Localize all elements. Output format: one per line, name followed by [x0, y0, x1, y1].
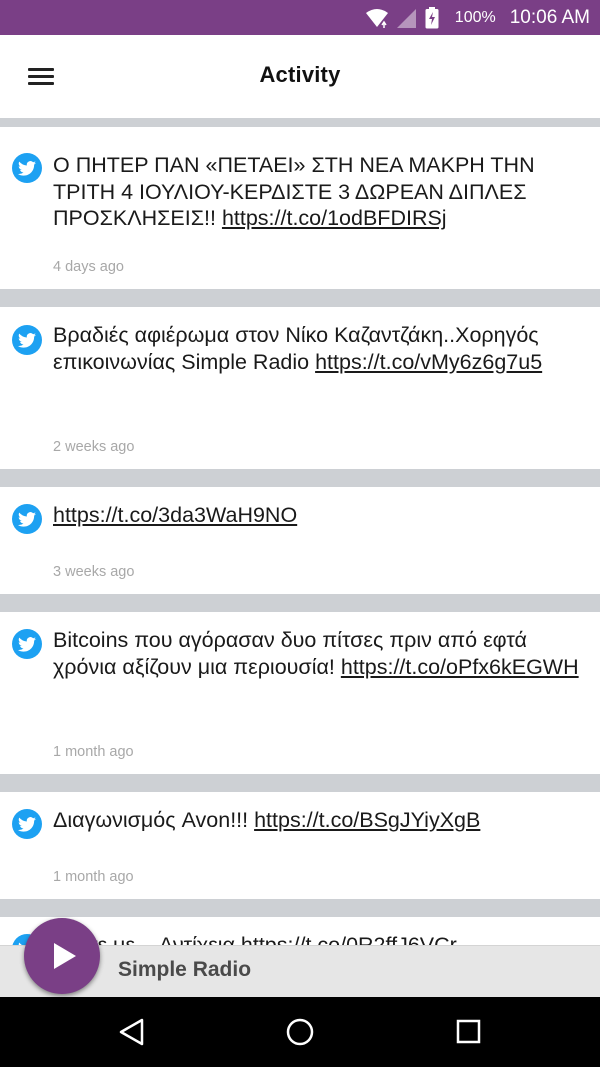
feed-item[interactable]: Bitcoins που αγόρασαν δυο πίτσες πριν απ…	[0, 612, 600, 774]
tweet-body: Διαγωνισμός Avon!!!	[53, 808, 255, 832]
tweet-text: Διαγωνισμός Avon!!! https://t.co/BSgJYiy…	[53, 807, 580, 834]
activity-feed[interactable]: Ο ΠΗΤΕΡ ΠΑΝ «ΠΕΤΑΕΙ» ΣΤΗ ΝΕΑ ΜΑΚΡΗ ΤΗΝ Τ…	[0, 118, 600, 945]
tweet-text: https://t.co/3da3WaH9NO	[53, 502, 580, 529]
tweet-timestamp: 2 weeks ago	[53, 439, 135, 455]
feed-item[interactable]: Ο ΠΗΤΕΡ ΠΑΝ «ΠΕΤΑΕΙ» ΣΤΗ ΝΕΑ ΜΑΚΡΗ ΤΗΝ Τ…	[0, 127, 600, 289]
twitter-icon	[12, 504, 42, 534]
twitter-icon	[12, 629, 42, 659]
status-icons: 100% 10:06 AM	[365, 0, 590, 35]
feed-item[interactable]: Διαγωνισμός Avon!!! https://t.co/BSgJYiy…	[0, 792, 600, 899]
tweet-link[interactable]: https://t.co/vMy6z6g7u5	[315, 350, 542, 374]
recents-square-icon[interactable]	[450, 1017, 486, 1047]
back-triangle-icon[interactable]	[114, 1017, 150, 1047]
twitter-icon	[12, 809, 42, 839]
station-name: Simple Radio	[118, 958, 252, 981]
status-bar: 100% 10:06 AM	[0, 0, 600, 35]
tweet-link[interactable]: https://t.co/1odBFDIRSj	[222, 206, 447, 230]
app-bar: Activity	[0, 35, 600, 118]
twitter-icon	[12, 153, 42, 183]
tweet-link[interactable]: https://t.co/3da3WaH9NO	[53, 503, 297, 527]
tweet-text: Ο ΠΗΤΕΡ ΠΑΝ «ΠΕΤΑΕΙ» ΣΤΗ ΝΕΑ ΜΑΚΡΗ ΤΗΝ Τ…	[53, 152, 580, 232]
tweet-timestamp: 1 month ago	[53, 869, 134, 885]
tweet-timestamp: 4 days ago	[53, 259, 124, 275]
page-title: Activity	[259, 62, 341, 87]
tweet-text: Bitcoins που αγόρασαν δυο πίτσες πριν απ…	[53, 627, 580, 680]
tweet-timestamp: 1 month ago	[53, 744, 134, 760]
system-nav-bar	[0, 997, 600, 1067]
home-circle-icon[interactable]	[282, 1017, 318, 1047]
play-button[interactable]	[24, 918, 100, 994]
tweet-text: ...ιστε με ...Αντίχεια https://t.co/0R2f…	[53, 932, 580, 945]
feed-item[interactable]: https://t.co/3da3WaH9NO 3 weeks ago	[0, 487, 600, 594]
signal-icon	[395, 7, 417, 29]
tweet-timestamp: 3 weeks ago	[53, 564, 135, 580]
tweet-link[interactable]: https://t.co/oPfx6kEGWH	[341, 655, 579, 679]
wifi-icon	[365, 7, 388, 29]
play-icon	[53, 943, 76, 969]
tweet-link[interactable]: https://t.co/0R2ffJ6VCr	[241, 933, 457, 945]
battery-percentage: 100%	[454, 8, 496, 26]
twitter-icon	[12, 325, 42, 355]
tweet-text: Βραδιές αφιέρωμα στον Νίκο Καζαντζάκη..Χ…	[53, 322, 580, 375]
feed-item[interactable]: Βραδιές αφιέρωμα στον Νίκο Καζαντζάκη..Χ…	[0, 307, 600, 469]
battery-charging-icon	[425, 6, 447, 29]
clock: 10:06 AM	[509, 6, 590, 28]
tweet-link[interactable]: https://t.co/BSgJYiyXgB	[254, 808, 480, 832]
